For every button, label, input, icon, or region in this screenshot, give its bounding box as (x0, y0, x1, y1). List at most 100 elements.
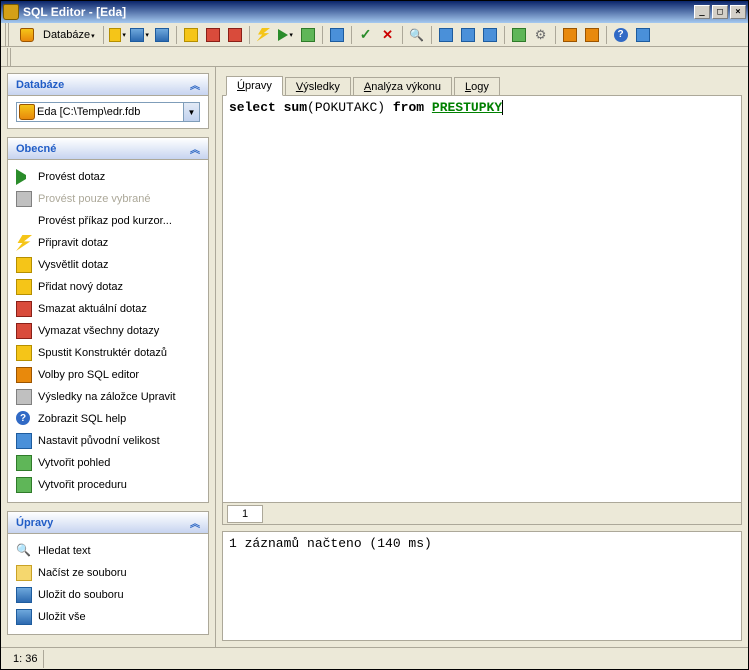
action-item[interactable]: Uložit vše (16, 606, 200, 628)
action-label: Vysvětlit dotaz (38, 259, 109, 271)
action-label: Vytvořit pohled (38, 457, 110, 469)
action-item[interactable]: Připravit dotaz (16, 232, 200, 254)
search-button[interactable] (407, 25, 427, 45)
database-menu[interactable]: Databáze (39, 29, 99, 41)
builder-button[interactable] (509, 25, 529, 45)
toolbar-grip[interactable] (5, 23, 11, 47)
query-page-1[interactable]: 1 (227, 505, 263, 523)
action-label: Uložit vše (38, 611, 86, 623)
action-item[interactable]: Vytvořit pohled (16, 452, 200, 474)
edit-panel-header[interactable]: Úpravy ︽ (8, 512, 208, 534)
editor-tab[interactable]: Logy (454, 77, 500, 96)
sql-table: PRESTUPKY (432, 100, 503, 115)
action-item[interactable]: Volby pro SQL editor (16, 364, 200, 386)
editor-tab[interactable]: Úpravy (226, 76, 283, 96)
execute-to-button[interactable] (298, 25, 318, 45)
options-button[interactable] (531, 25, 551, 45)
secondary-grip[interactable] (7, 48, 13, 66)
action-item[interactable]: Nastavit původní velikost (16, 430, 200, 452)
main-toolbar: Databáze (1, 23, 748, 47)
action-label: Volby pro SQL editor (38, 369, 139, 381)
query-page-tabs: 1 (222, 503, 742, 525)
chart-button[interactable] (560, 25, 580, 45)
database-selector[interactable]: Eda [C:\Temp\edr.fdb ▼ (16, 102, 200, 122)
clear-all-button[interactable] (225, 25, 245, 45)
info-button[interactable] (633, 25, 653, 45)
action-icon (16, 345, 32, 361)
database-panel-title: Databáze (16, 79, 64, 91)
action-item[interactable]: Provést pouze vybrané (16, 188, 200, 210)
dropdown-icon[interactable]: ▼ (183, 103, 199, 121)
execute-button[interactable] (276, 25, 296, 45)
general-panel-header[interactable]: Obecné ︽ (8, 138, 208, 160)
edit-panel: Úpravy ︽ Hledat textNačíst ze souboruUlo… (7, 511, 209, 635)
action-label: Hledat text (38, 545, 91, 557)
editor-tabs: ÚpravyVýsledkyAnalýza výkonuLogy (226, 73, 742, 95)
add-query-button[interactable] (181, 25, 201, 45)
tool2-button[interactable] (458, 25, 478, 45)
db-icon (19, 104, 35, 120)
export-button[interactable] (582, 25, 602, 45)
action-icon (16, 565, 32, 581)
db-icon[interactable] (17, 25, 37, 45)
database-selected: Eda [C:\Temp\edr.fdb (37, 106, 183, 118)
window-button[interactable] (327, 25, 347, 45)
action-item[interactable]: Vymazat všechny dotazy (16, 320, 200, 342)
action-item[interactable]: Uložit do souboru (16, 584, 200, 606)
messages-pane[interactable]: 1 záznamů načteno (140 ms) (222, 531, 742, 641)
action-icon (16, 389, 32, 405)
action-item[interactable]: Načíst ze souboru (16, 562, 200, 584)
database-panel-header[interactable]: Databáze ︽ (8, 74, 208, 96)
action-icon (16, 455, 32, 471)
edit-panel-title: Úpravy (16, 517, 53, 529)
maximize-button[interactable]: □ (712, 5, 728, 19)
new-button[interactable] (108, 25, 128, 45)
action-item[interactable]: Zobrazit SQL help (16, 408, 200, 430)
action-label: Zobrazit SQL help (38, 413, 126, 425)
app-icon (3, 4, 19, 20)
action-item[interactable]: Smazat aktuální dotaz (16, 298, 200, 320)
action-label: Připravit dotaz (38, 237, 108, 249)
main-area: Databáze ︽ Eda [C:\Temp\edr.fdb ▼ Obecné… (1, 67, 748, 647)
save-button[interactable] (130, 25, 150, 45)
action-icon (16, 213, 32, 229)
action-label: Vymazat všechny dotazy (38, 325, 159, 337)
sql-keyword: select (229, 100, 276, 115)
action-item[interactable]: Hledat text (16, 540, 200, 562)
editor-tab[interactable]: Výsledky (285, 77, 351, 96)
general-panel-title: Obecné (16, 143, 56, 155)
action-item[interactable]: Přidat nový dotaz (16, 276, 200, 298)
tool3-button[interactable] (480, 25, 500, 45)
action-label: Přidat nový dotaz (38, 281, 123, 293)
commit-button[interactable] (356, 25, 376, 45)
sql-arg: POKUTAKC (315, 100, 377, 115)
secondary-toolbar (1, 47, 748, 67)
action-label: Provést příkaz pod kurzor... (38, 215, 172, 227)
prepare-button[interactable] (254, 25, 274, 45)
save-all-button[interactable] (152, 25, 172, 45)
database-panel: Databáze ︽ Eda [C:\Temp\edr.fdb ▼ (7, 73, 209, 129)
close-button[interactable]: × (730, 5, 746, 19)
action-icon (16, 367, 32, 383)
help-button[interactable] (611, 25, 631, 45)
action-item[interactable]: Provést příkaz pod kurzor... (16, 210, 200, 232)
tool1-button[interactable] (436, 25, 456, 45)
action-item[interactable]: Spustit Konstruktér dotazů (16, 342, 200, 364)
action-item[interactable]: Provést dotaz (16, 166, 200, 188)
sql-code-editor[interactable]: select sum(POKUTAKC) from PRESTUPKY (222, 95, 742, 503)
minimize-button[interactable]: _ (694, 5, 710, 19)
action-label: Provést dotaz (38, 171, 105, 183)
action-icon (16, 609, 32, 625)
action-label: Nastavit původní velikost (38, 435, 160, 447)
action-item[interactable]: Vysvětlit dotaz (16, 254, 200, 276)
delete-query-button[interactable] (203, 25, 223, 45)
collapse-icon: ︽ (190, 77, 200, 92)
action-icon (16, 587, 32, 603)
general-actions-list: Provést dotaz Provést pouze vybrané Provés… (16, 166, 200, 496)
rollback-button[interactable] (378, 25, 398, 45)
action-label: Výsledky na záložce Upravit (38, 391, 176, 403)
action-item[interactable]: Vytvořit proceduru (16, 474, 200, 496)
action-item[interactable]: Výsledky na záložce Upravit (16, 386, 200, 408)
action-icon (16, 169, 32, 185)
editor-tab[interactable]: Analýza výkonu (353, 77, 452, 96)
